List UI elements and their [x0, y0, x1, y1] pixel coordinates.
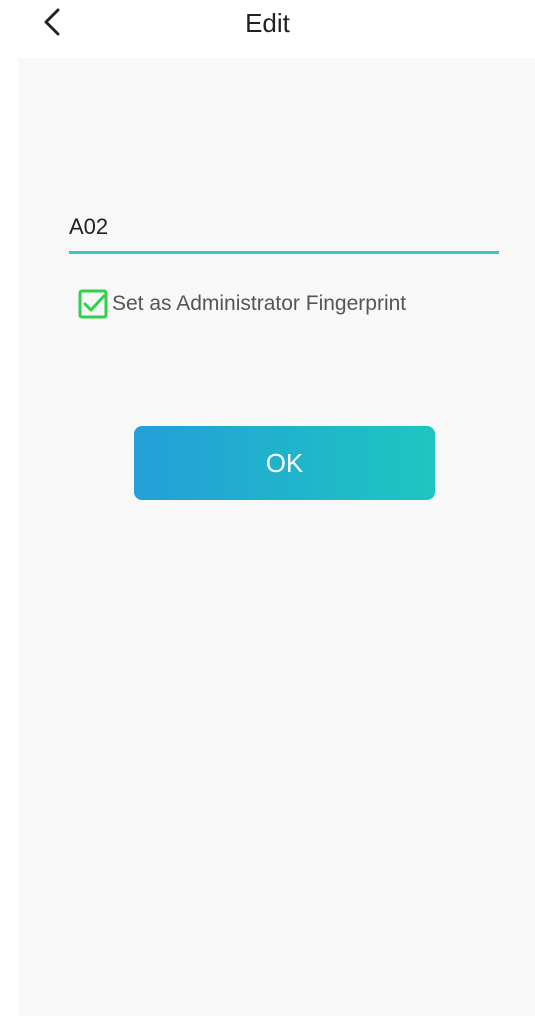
ok-button[interactable]: OK	[134, 426, 435, 500]
fingerprint-name-input[interactable]	[69, 208, 499, 254]
form-panel: Set as Administrator Fingerprint OK	[18, 58, 535, 1016]
admin-checkbox-label: Set as Administrator Fingerprint	[112, 292, 407, 315]
header-bar: Edit	[0, 0, 535, 48]
checkbox-checked-icon	[78, 289, 108, 319]
admin-fingerprint-option[interactable]: Set as Administrator Fingerprint	[78, 288, 406, 320]
page-title: Edit	[245, 8, 290, 38]
admin-checkbox[interactable]	[78, 289, 108, 319]
edit-screen: Edit Set as Administrator Fingerprint OK	[0, 0, 535, 1016]
